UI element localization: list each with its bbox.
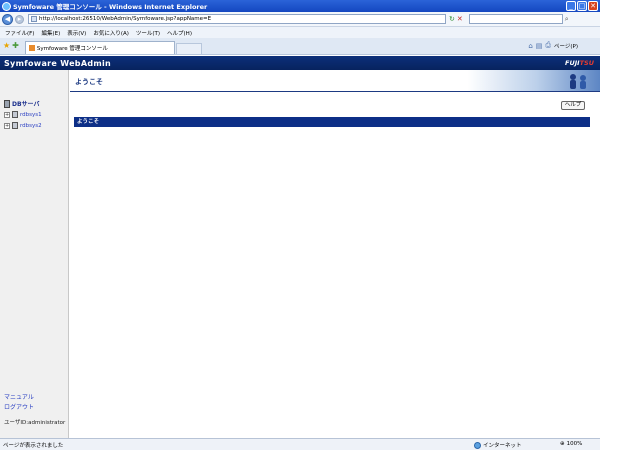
section-title-bar: ようこそ xyxy=(74,117,590,127)
search-icon[interactable]: ⌕ xyxy=(565,15,569,24)
zoom-icon: ⊕ xyxy=(560,441,565,447)
favorites-star-icon[interactable]: ★ xyxy=(3,41,10,50)
menu-edit[interactable]: 編集(E) xyxy=(41,29,60,37)
fujitsu-logo: FUJITSU xyxy=(565,59,594,67)
tree-node-rdbsys2[interactable]: + rdbsys2 xyxy=(4,122,42,129)
server-icon xyxy=(4,99,10,108)
app-header: Symfoware WebAdmin FUJITSU xyxy=(0,56,600,70)
address-toolbar: ◀ ▸ http://localhost:26510/WebAdmin/Symf… xyxy=(0,12,600,27)
page-title: ようこそ xyxy=(75,78,103,86)
tree-node-rdbsys1[interactable]: + rdbsys1 xyxy=(4,111,42,118)
welcome-banner: ようこそ xyxy=(70,70,600,92)
window-scrollbar-area xyxy=(600,12,618,450)
menu-file[interactable]: ファイル(F) xyxy=(5,29,34,37)
maximize-button[interactable]: □ xyxy=(577,1,587,11)
search-input[interactable] xyxy=(468,14,563,24)
tab-bar: ★ ✚ Symfoware 管理コンソール xyxy=(0,38,600,55)
database-icon xyxy=(12,111,18,118)
banner-people-icon xyxy=(570,74,586,89)
security-zone: インターネット xyxy=(474,441,522,449)
main-content: ようこそ ヘルプ ようこそ xyxy=(70,70,600,438)
tab-symfoware[interactable]: Symfoware 管理コンソール xyxy=(24,41,175,54)
status-bar: ページが表示されました インターネット ⊕ 100% xyxy=(0,438,600,450)
menu-view[interactable]: 表示(V) xyxy=(67,29,86,37)
command-bar: ⌂ ▤ ⎙ ページ(P) xyxy=(528,41,578,50)
page-icon xyxy=(31,16,37,22)
tree-node-label[interactable]: rdbsys2 xyxy=(20,123,42,129)
tab-title: Symfoware 管理コンソール xyxy=(36,46,108,52)
zoom-level: 100% xyxy=(566,441,583,447)
help-button[interactable]: ヘルプ xyxy=(561,101,585,110)
tab-favicon xyxy=(28,45,35,51)
home-icon[interactable]: ⌂ xyxy=(528,42,532,50)
status-text: ページが表示されました xyxy=(3,442,64,449)
zoom-control[interactable]: ⊕ 100% xyxy=(560,441,582,447)
window-title-bar: Symfoware 管理コンソール - Windows Internet Exp… xyxy=(0,0,600,12)
menu-bar: ファイル(F) 編集(E) 表示(V) お気に入り(A) ツール(T) ヘルプ(… xyxy=(0,27,600,38)
address-field[interactable]: http://localhost:26510/WebAdmin/Symfowar… xyxy=(28,14,446,24)
manual-link[interactable]: マニュアル xyxy=(4,392,34,401)
expand-icon[interactable]: + xyxy=(4,122,10,129)
close-button[interactable]: ✕ xyxy=(588,1,598,11)
menu-favorites[interactable]: お気に入り(A) xyxy=(93,29,129,37)
print-icon[interactable]: ⎙ xyxy=(545,41,551,50)
page-menu[interactable]: ページ(P) xyxy=(554,42,578,50)
user-id: ユーザID:administrator xyxy=(4,420,66,426)
address-url: http://localhost:26510/WebAdmin/Symfowar… xyxy=(39,16,212,22)
tree-node-label[interactable]: rdbsys1 xyxy=(20,112,42,118)
database-icon xyxy=(12,122,18,129)
zone-label: インターネット xyxy=(483,443,522,449)
menu-help[interactable]: ヘルプ(H) xyxy=(167,29,192,37)
window-controls: _ □ ✕ xyxy=(566,1,598,11)
logout-link[interactable]: ログアウト xyxy=(4,402,34,411)
sidebar: DBサーバ + rdbsys1 + rdbsys2 マニュアル ログアウト ユー… xyxy=(0,70,69,438)
product-name: Symfoware WebAdmin xyxy=(4,58,112,68)
stop-icon[interactable]: ✕ xyxy=(457,15,463,23)
ie-icon xyxy=(2,1,11,11)
expand-icon[interactable]: + xyxy=(4,111,10,118)
globe-icon xyxy=(474,441,481,449)
menu-tools[interactable]: ツール(T) xyxy=(136,29,160,37)
address-tools: ↻ ✕ xyxy=(449,15,463,23)
window-title: Symfoware 管理コンソール - Windows Internet Exp… xyxy=(13,3,208,11)
tree-root-label: DBサーバ xyxy=(12,101,40,108)
add-favorite-icon[interactable]: ✚ xyxy=(12,41,19,50)
tree-root-db-server[interactable]: DBサーバ xyxy=(4,99,40,108)
forward-button[interactable]: ▸ xyxy=(15,14,24,24)
refresh-icon[interactable]: ↻ xyxy=(449,15,455,23)
minimize-button[interactable]: _ xyxy=(566,1,576,11)
back-button[interactable]: ◀ xyxy=(2,13,13,25)
feeds-icon[interactable]: ▤ xyxy=(536,42,543,50)
new-tab-button[interactable] xyxy=(175,43,202,54)
